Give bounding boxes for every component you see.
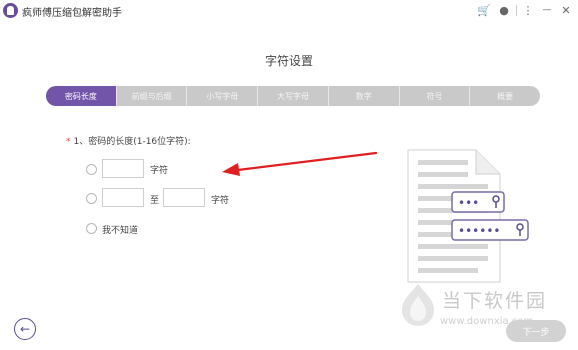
range-separator: 至 xyxy=(150,196,160,206)
password-dots-short: ••• xyxy=(458,196,479,210)
close-icon[interactable]: ✕ xyxy=(558,2,574,18)
cart-icon[interactable]: 🛒 xyxy=(476,2,492,18)
step-bar: 密码长度 前缀与后缀 小写字母 大写字母 数字 符号 概要 xyxy=(46,86,540,106)
unknown-length-label: 我不知道 xyxy=(102,226,139,236)
range-from-input[interactable] xyxy=(102,188,144,207)
exact-length-input[interactable] xyxy=(102,159,144,178)
document-icon: ••• •••••• xyxy=(407,149,529,283)
radio-unknown-length[interactable] xyxy=(86,223,97,234)
exact-length-unit: 字符 xyxy=(150,166,169,176)
watermark-logo-icon xyxy=(402,284,434,326)
radio-exact-length[interactable] xyxy=(86,164,97,175)
step-summary[interactable]: 概要 xyxy=(470,86,540,106)
menu-icon[interactable]: ⋮ xyxy=(520,2,536,18)
annotation-arrow xyxy=(222,151,378,176)
step-prefix-suffix[interactable]: 前缀与后缀 xyxy=(117,86,188,106)
step-uppercase[interactable]: 大写字母 xyxy=(258,86,329,106)
range-unit: 字符 xyxy=(211,196,230,206)
minimize-icon[interactable]: — xyxy=(539,2,555,18)
password-dots-long: •••••• xyxy=(458,224,500,238)
radio-length-range[interactable] xyxy=(86,193,97,204)
range-to-input[interactable] xyxy=(163,188,205,207)
step-password-length[interactable]: 密码长度 xyxy=(46,86,117,106)
step-digits[interactable]: 数字 xyxy=(329,86,400,106)
user-icon[interactable]: ● xyxy=(496,2,512,18)
step-lowercase[interactable]: 小写字母 xyxy=(187,86,259,106)
page-title: 字符设置 xyxy=(264,54,313,68)
back-button[interactable]: ← xyxy=(14,318,36,340)
required-mark: * xyxy=(66,137,71,147)
app-logo-icon xyxy=(3,3,18,18)
titlebar-divider xyxy=(516,5,517,16)
title-bar: 疯师傅压缩包解密助手 🛒 ● ⋮ — ✕ xyxy=(0,0,578,22)
next-button[interactable]: 下一步 xyxy=(506,320,566,342)
question-label: 1、密码的长度(1-16位字符): xyxy=(73,137,191,147)
step-symbols[interactable]: 符号 xyxy=(400,86,471,106)
password-length-question: * 1、密码的长度(1-16位字符): xyxy=(66,134,191,147)
app-title: 疯师傅压缩包解密助手 xyxy=(22,8,122,19)
watermark-brand: 当下软件园 xyxy=(442,290,548,312)
